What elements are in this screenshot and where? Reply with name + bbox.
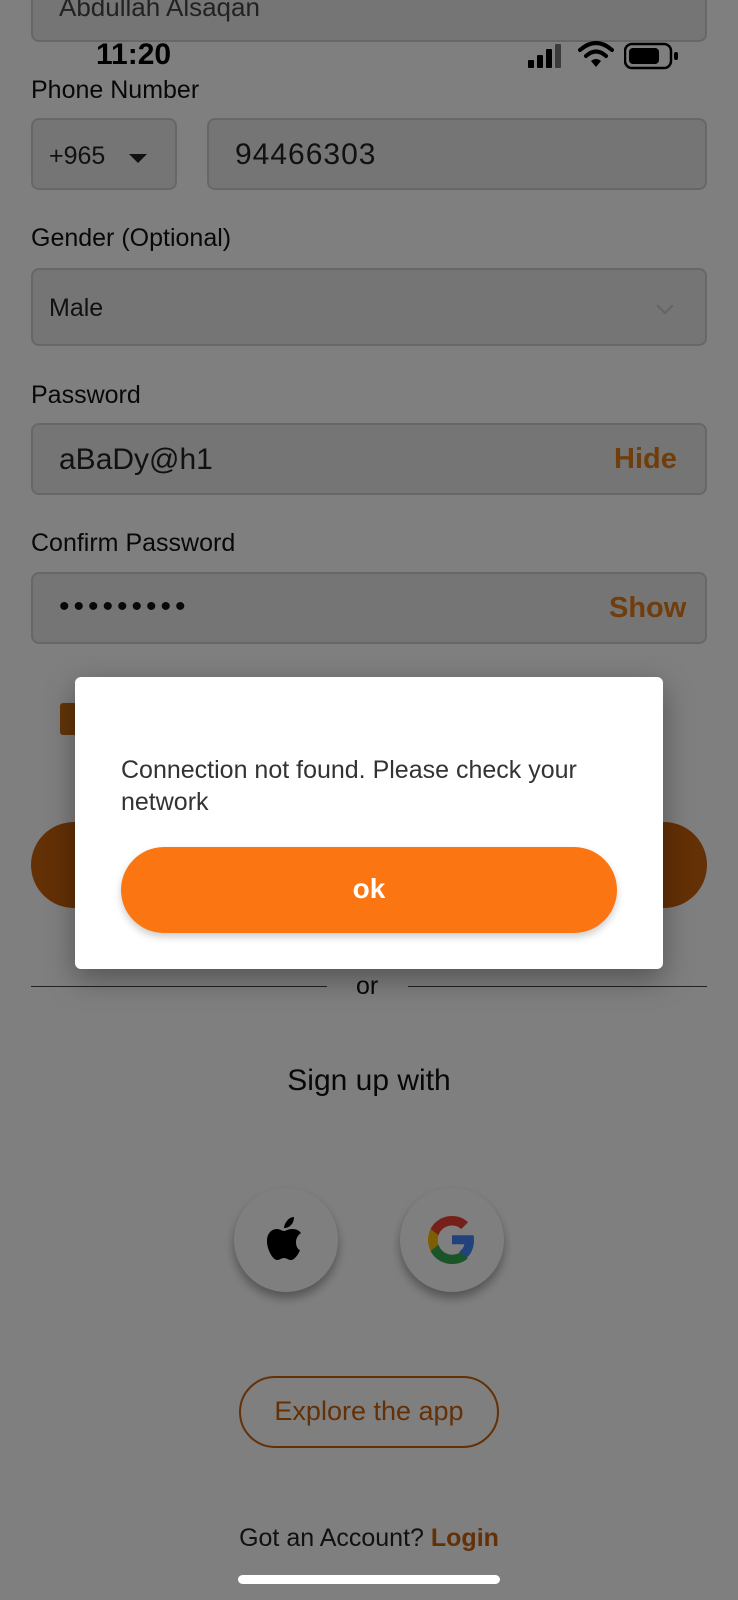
connection-error-dialog: Connection not found. Please check your … xyxy=(75,677,663,969)
ok-label: ok xyxy=(352,873,386,904)
dialog-message: Connection not found. Please check your … xyxy=(121,756,577,816)
ok-button[interactable]: ok xyxy=(121,847,617,933)
home-indicator[interactable] xyxy=(238,1575,500,1584)
